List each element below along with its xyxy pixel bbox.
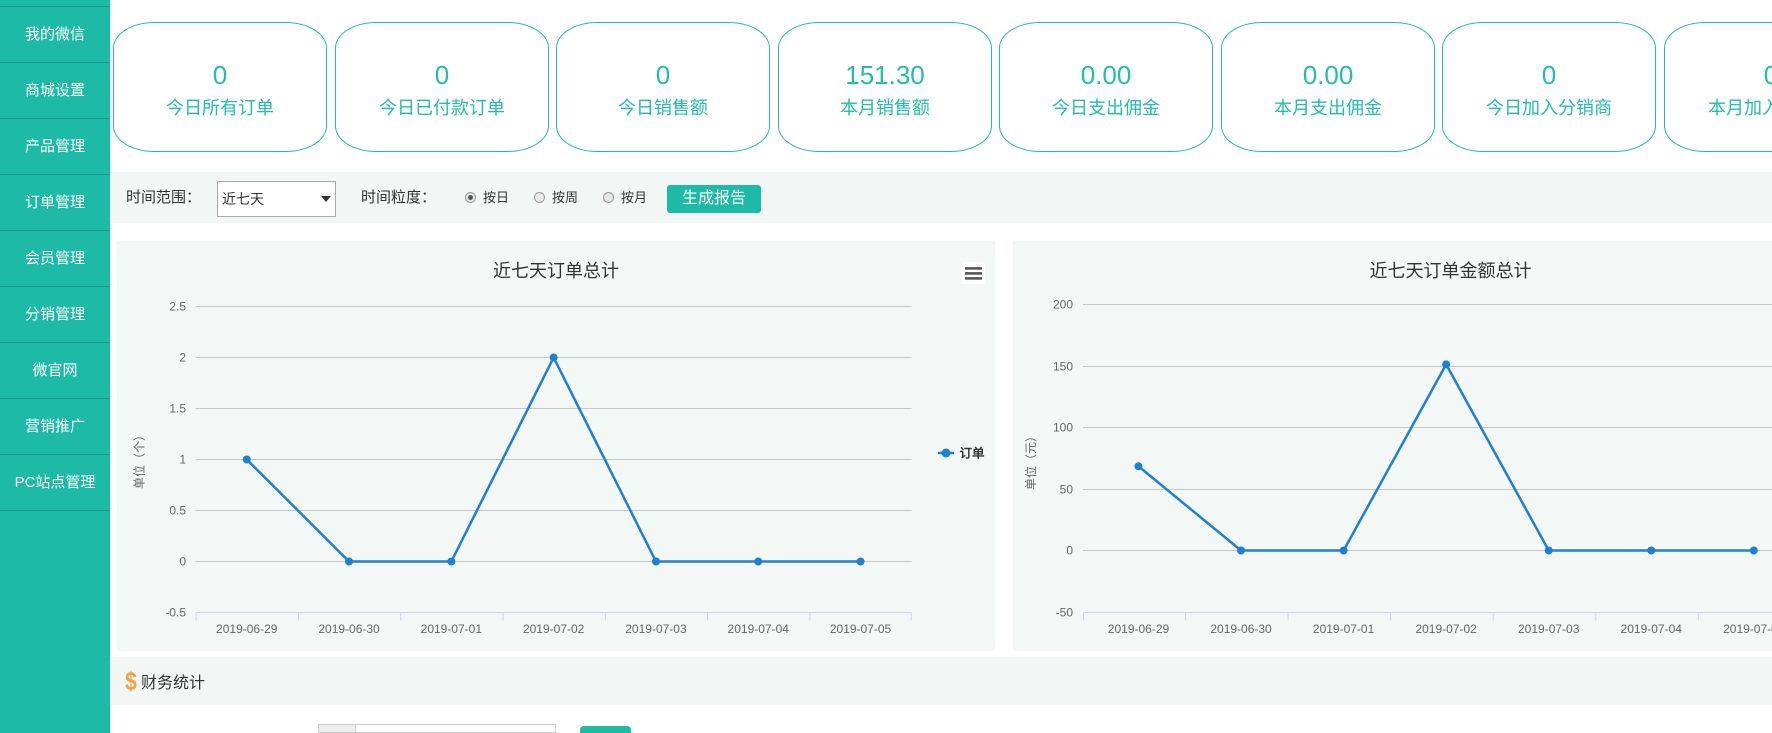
svg-text:2019-07-03: 2019-07-03 (1518, 622, 1580, 636)
svg-text:2019-06-30: 2019-06-30 (318, 622, 380, 636)
svg-text:2019-07-02: 2019-07-02 (523, 622, 585, 636)
svg-text:2019-07-04: 2019-07-04 (1621, 622, 1683, 636)
svg-text:1.5: 1.5 (169, 402, 186, 416)
svg-text:近七天订单总计: 近七天订单总计 (493, 261, 619, 281)
svg-text:-50: -50 (1056, 606, 1074, 620)
svg-text:2019-06-30: 2019-06-30 (1210, 622, 1272, 636)
svg-text:2019-06-29: 2019-06-29 (216, 622, 278, 636)
svg-text:-0.5: -0.5 (165, 606, 186, 620)
svg-text:2019-07-05: 2019-07-05 (830, 622, 892, 636)
svg-text:单位（元）: 单位（元） (1023, 430, 1038, 490)
svg-text:2019-07-02: 2019-07-02 (1415, 622, 1477, 636)
svg-text:2.5: 2.5 (169, 300, 186, 314)
svg-text:0: 0 (179, 555, 186, 569)
svg-text:2019-07-05: 2019-07-05 (1723, 622, 1772, 636)
svg-text:0: 0 (1066, 544, 1073, 558)
svg-text:0.5: 0.5 (169, 504, 186, 518)
svg-text:2: 2 (179, 351, 186, 365)
svg-text:2019-07-01: 2019-07-01 (421, 622, 483, 636)
svg-text:2019-07-01: 2019-07-01 (1313, 622, 1375, 636)
svg-text:2019-07-04: 2019-07-04 (728, 622, 790, 636)
svg-text:订单: 订单 (960, 446, 986, 461)
svg-text:1: 1 (179, 453, 186, 467)
svg-text:2019-06-29: 2019-06-29 (1108, 622, 1170, 636)
svg-text:50: 50 (1060, 483, 1074, 497)
svg-text:150: 150 (1053, 360, 1073, 374)
svg-text:单位（个）: 单位（个） (132, 429, 147, 489)
svg-text:100: 100 (1053, 421, 1073, 435)
svg-text:200: 200 (1053, 298, 1073, 312)
svg-text:2019-07-03: 2019-07-03 (625, 622, 687, 636)
svg-text:近七天订单金额总计: 近七天订单金额总计 (1370, 261, 1532, 281)
